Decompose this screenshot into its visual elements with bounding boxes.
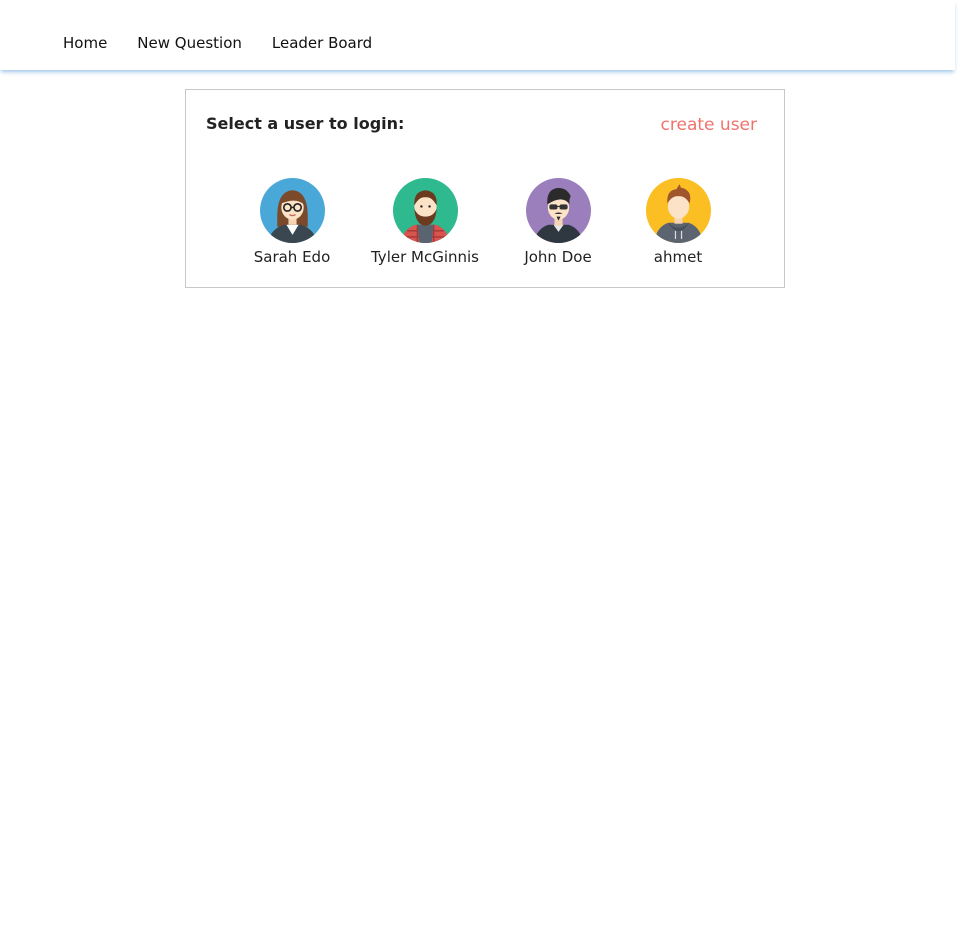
login-panel: Select a user to login: create user Sara… bbox=[185, 89, 785, 288]
woman-glasses-avatar-icon bbox=[259, 178, 325, 243]
nav-home-link[interactable]: Home bbox=[63, 33, 107, 53]
nav-leader-board-link[interactable]: Leader Board bbox=[272, 33, 372, 53]
man-hoodie-avatar-icon bbox=[645, 178, 711, 243]
user-name: Sarah Edo bbox=[253, 248, 331, 266]
user-card-ahmet[interactable]: ahmet bbox=[613, 178, 743, 267]
top-navbar: Home New Question Leader Board bbox=[0, 0, 955, 70]
create-user-link[interactable]: create user bbox=[661, 114, 757, 136]
user-card-tyler-mcginnis[interactable]: Tyler McGinnis bbox=[360, 178, 490, 267]
bearded-man-avatar-icon bbox=[392, 178, 458, 243]
nav-new-question-link[interactable]: New Question bbox=[137, 33, 242, 53]
man-sunglasses-avatar-icon bbox=[525, 178, 591, 243]
user-card-sarah-edo[interactable]: Sarah Edo bbox=[227, 178, 357, 267]
login-title: Select a user to login: bbox=[206, 114, 405, 133]
user-name: John Doe bbox=[524, 248, 592, 266]
user-name: ahmet bbox=[653, 248, 703, 266]
user-card-john-doe[interactable]: John Doe bbox=[493, 178, 623, 267]
nav-links: Home New Question Leader Board bbox=[63, 33, 402, 53]
user-name: Tyler McGinnis bbox=[370, 248, 479, 266]
